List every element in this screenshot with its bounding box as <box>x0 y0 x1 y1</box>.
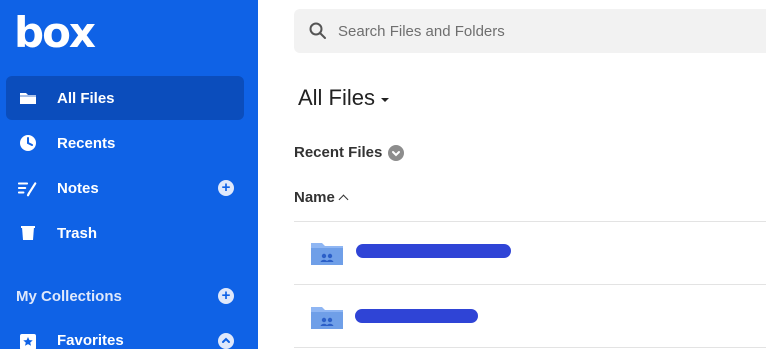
table-row[interactable] <box>294 285 766 345</box>
chevron-down-icon[interactable] <box>388 144 405 161</box>
shared-folder-icon <box>311 307 343 329</box>
name-column-label: Name <box>294 189 335 206</box>
redaction-bar <box>355 309 478 323</box>
sort-up-icon[interactable] <box>338 194 349 205</box>
notes-icon <box>18 178 38 198</box>
main-content: All Files Recent Files Name <box>258 0 766 349</box>
name-column-header[interactable]: Name <box>294 189 349 206</box>
folder-icon <box>18 88 38 108</box>
sidebar-item-label: Recents <box>57 134 116 152</box>
add-collection-button[interactable]: + <box>218 288 234 304</box>
recent-files-label: Recent Files <box>294 144 383 161</box>
sidebar-item-label: All Files <box>57 89 115 107</box>
chevron-down-icon[interactable] <box>381 98 390 102</box>
page-title-text: All Files <box>298 85 376 110</box>
table-row[interactable] <box>294 222 766 282</box>
clock-icon <box>18 133 38 153</box>
redaction-bar <box>356 244 511 258</box>
sidebar: box All Files Recents Notes + Trash My C… <box>0 0 258 349</box>
sidebar-item-notes[interactable]: Notes + <box>6 166 244 210</box>
search-bar[interactable] <box>294 9 766 53</box>
shared-folder-icon <box>311 243 343 265</box>
sidebar-item-trash[interactable]: Trash <box>6 211 244 255</box>
add-note-button[interactable]: + <box>218 180 234 196</box>
page-title[interactable]: All Files <box>298 85 390 111</box>
sidebar-item-recents[interactable]: Recents <box>6 121 244 165</box>
sidebar-item-label: Trash <box>57 224 98 242</box>
sidebar-item-favorites[interactable]: Favorites <box>6 323 244 349</box>
app-window: box All Files Recents Notes + Trash My C… <box>0 0 766 349</box>
trash-icon <box>18 223 38 243</box>
chevron-up-icon[interactable] <box>218 333 234 349</box>
sidebar-item-label: Favorites <box>57 332 124 349</box>
table-divider <box>294 347 766 348</box>
sidebar-item-label: Notes <box>57 179 99 197</box>
my-collections-heading: My Collections <box>16 288 122 305</box>
sidebar-item-all-files[interactable]: All Files <box>6 76 244 120</box>
search-input[interactable] <box>338 20 758 42</box>
box-logo[interactable]: box <box>14 12 96 54</box>
star-icon <box>18 332 38 349</box>
search-icon <box>308 21 328 41</box>
recent-files-toggle[interactable]: Recent Files <box>294 144 405 161</box>
